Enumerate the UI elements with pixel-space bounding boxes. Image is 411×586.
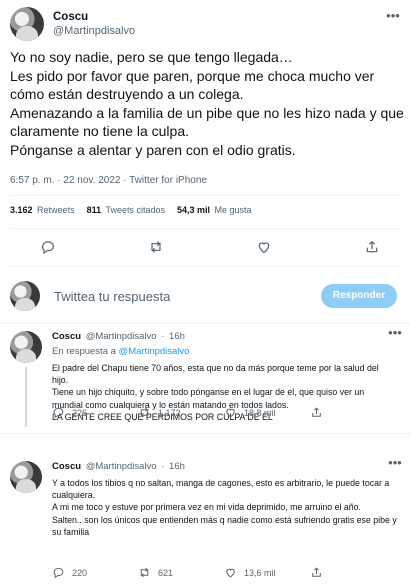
tweet-header: Coscu @Martinpdisalvo — [10, 6, 401, 42]
reply-to-handle[interactable]: @Martinpdisalvo — [119, 346, 190, 357]
retweet-icon — [138, 406, 151, 419]
reply-header: Coscu @Martinpdisalvo · 16h — [52, 461, 397, 473]
reply-author-handle[interactable]: @Martinpdisalvo — [86, 461, 157, 472]
share-icon[interactable] — [364, 239, 380, 255]
likes-count: 54,3 mil — [176, 205, 211, 215]
retweets-label: Retweets — [37, 205, 75, 215]
reply-retweets-count: 621 — [158, 567, 174, 578]
reply-actions-row: 220 621 13,6 mil — [10, 566, 401, 582]
reply-icon — [52, 566, 65, 579]
reply-actions-row: 226 1.172 18,8 mil — [10, 406, 401, 422]
quotes-count: 811 — [86, 205, 102, 215]
retweet-icon — [138, 566, 151, 579]
divider — [0, 433, 411, 434]
author-name[interactable]: Coscu — [53, 10, 135, 24]
separator-dot: · — [161, 461, 165, 472]
reply-body: Coscu @Martinpdisalvo · 16h ••• Y a todo… — [52, 456, 402, 538]
divider — [10, 228, 401, 229]
reply-text: Y a todos los tibios q no saltan, manga … — [52, 478, 397, 537]
share-icon — [310, 406, 323, 419]
reply-avatar[interactable] — [10, 331, 42, 363]
reply-time[interactable]: 16h — [169, 331, 185, 342]
reply-tweet[interactable]: Coscu @Martinpdisalvo · 16h ••• Y a todo… — [10, 456, 402, 561]
reply-action[interactable]: 226 — [52, 406, 138, 419]
more-options-icon[interactable]: ••• — [385, 9, 401, 26]
divider — [0, 323, 411, 324]
share-action[interactable] — [310, 566, 330, 579]
divider — [10, 266, 401, 267]
reply-likes-count: 18,8 mil — [244, 407, 276, 418]
author-avatar[interactable] — [10, 7, 44, 41]
like-icon — [224, 406, 237, 419]
reply-replies-count: 226 — [72, 407, 88, 418]
like-icon — [224, 566, 237, 579]
tweet-stats: 3.162 Retweets 811 Tweets citados 54,3 m… — [10, 205, 264, 221]
reply-avatar[interactable] — [10, 461, 42, 493]
reply-to-label: En respuesta a — [52, 346, 116, 357]
author-handle[interactable]: @Martinpdisalvo — [53, 24, 135, 38]
likes-label: Me gusta — [214, 205, 252, 215]
reply-author-name[interactable]: Coscu — [52, 461, 81, 472]
retweets-stat[interactable]: 3.162 Retweets — [10, 205, 75, 221]
retweets-count: 3.162 — [10, 205, 33, 215]
retweet-icon[interactable] — [148, 239, 164, 255]
reply-actions: 226 1.172 18,8 mil — [52, 406, 397, 419]
more-options-icon[interactable]: ••• — [387, 326, 403, 343]
retweet-action[interactable]: 621 — [138, 566, 224, 579]
reply-to-line: En respuesta a @Martinpdisalvo — [52, 346, 397, 358]
reply-actions: 220 621 13,6 mil — [52, 566, 397, 579]
reply-icon[interactable] — [40, 239, 56, 255]
tweet-meta[interactable]: 6:57 p. m. · 22 nov. 2022 · Twitter for … — [10, 175, 207, 186]
tweet-actions — [40, 237, 380, 257]
tweet-text: Yo no soy nadie, pero se que tengo llega… — [10, 49, 404, 158]
share-icon — [310, 566, 323, 579]
quotes-stat[interactable]: 811 Tweets citados — [87, 205, 165, 221]
retweet-action[interactable]: 1.172 — [138, 406, 224, 419]
more-options-icon[interactable]: ••• — [387, 456, 403, 473]
separator-dot: · — [161, 331, 165, 342]
reply-author-name[interactable]: Coscu — [52, 331, 81, 342]
share-action[interactable] — [310, 406, 330, 419]
quotes-label: Tweets citados — [105, 205, 165, 215]
reply-button[interactable]: Responder — [321, 284, 397, 308]
author-names: Coscu @Martinpdisalvo — [53, 10, 135, 38]
reply-author-handle[interactable]: @Martinpdisalvo — [86, 331, 157, 342]
reply-likes-count: 13,6 mil — [244, 567, 276, 578]
likes-stat[interactable]: 54,3 mil Me gusta — [177, 205, 252, 221]
reply-time[interactable]: 16h — [169, 461, 185, 472]
reply-replies-count: 220 — [72, 567, 88, 578]
reply-action[interactable]: 220 — [52, 566, 138, 579]
reply-retweets-count: 1.172 — [158, 407, 181, 418]
reply-header: Coscu @Martinpdisalvo · 16h — [52, 331, 397, 343]
user-avatar[interactable] — [10, 281, 40, 311]
like-action[interactable]: 18,8 mil — [224, 406, 310, 419]
divider — [10, 195, 401, 196]
like-icon[interactable] — [256, 239, 272, 255]
like-action[interactable]: 13,6 mil — [224, 566, 310, 579]
reply-icon — [52, 406, 65, 419]
